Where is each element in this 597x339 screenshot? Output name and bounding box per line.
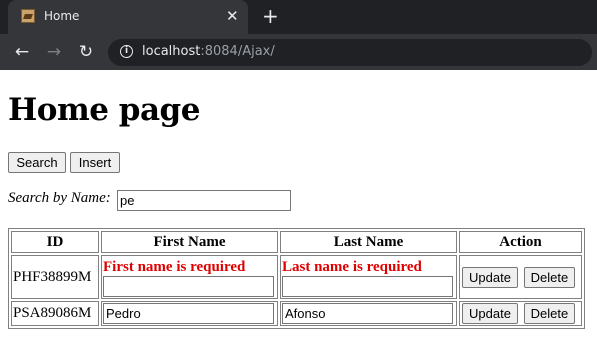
tab-title: Home <box>44 9 80 23</box>
header-last-name: Last Name <box>280 231 457 253</box>
search-button[interactable]: Search <box>8 152 66 173</box>
insert-button[interactable]: Insert <box>70 152 120 173</box>
header-action: Action <box>459 231 582 253</box>
row-id: PSA89086M <box>11 301 99 326</box>
first-name-cell <box>101 301 278 326</box>
back-icon[interactable]: ← <box>10 40 34 64</box>
last-name-input[interactable] <box>282 275 453 297</box>
url-path: :8084/Ajax/ <box>200 44 275 59</box>
delete-button[interactable]: Delete <box>523 266 576 288</box>
page-title: Home page <box>8 92 200 128</box>
url-host: localhost <box>142 44 201 59</box>
people-table: ID First Name Last Name Action PHF38899M… <box>8 228 585 329</box>
address-bar[interactable]: i localhost:8084/Ajax/ <box>108 39 592 66</box>
forward-icon[interactable]: → <box>42 40 66 64</box>
last-name-cell <box>280 301 457 326</box>
first-name-error: First name is required <box>103 258 246 275</box>
url-text[interactable]: localhost:8084/Ajax/ <box>142 44 275 59</box>
first-name-input[interactable] <box>103 303 274 324</box>
last-name-cell: Last name is required <box>280 255 457 299</box>
update-button[interactable]: Update <box>462 266 518 288</box>
table-row: PHF38899M First name is required Last na… <box>11 255 582 299</box>
browser-toolbar: ← → ↻ i localhost:8084/Ajax/ <box>0 34 597 70</box>
action-cell: Update Delete <box>459 301 582 326</box>
close-tab-icon[interactable]: ✕ <box>226 7 239 25</box>
table-row: PSA89086M Update Delete <box>11 301 582 326</box>
site-info-icon[interactable]: i <box>120 45 133 58</box>
last-name-error: Last name is required <box>282 258 422 275</box>
first-name-input[interactable] <box>103 275 274 297</box>
first-name-cell: First name is required <box>101 255 278 299</box>
last-name-input[interactable] <box>282 303 453 324</box>
action-cell: Update Delete <box>459 255 582 299</box>
update-button[interactable]: Update <box>462 303 518 324</box>
reload-icon[interactable]: ↻ <box>74 40 98 64</box>
browser-tab[interactable]: Home ✕ <box>8 0 248 34</box>
favicon-icon <box>21 9 35 23</box>
row-id: PHF38899M <box>11 255 99 299</box>
new-tab-icon[interactable]: + <box>262 4 279 28</box>
table-header-row: ID First Name Last Name Action <box>11 231 582 253</box>
search-label: Search by Name: <box>8 190 111 206</box>
header-first-name: First Name <box>101 231 278 253</box>
page-content: Home page Search Insert Search by Name: … <box>0 70 597 339</box>
tab-strip: Home ✕ + <box>0 0 597 34</box>
header-id: ID <box>11 231 99 253</box>
delete-button[interactable]: Delete <box>523 303 576 324</box>
search-input[interactable] <box>117 190 291 211</box>
